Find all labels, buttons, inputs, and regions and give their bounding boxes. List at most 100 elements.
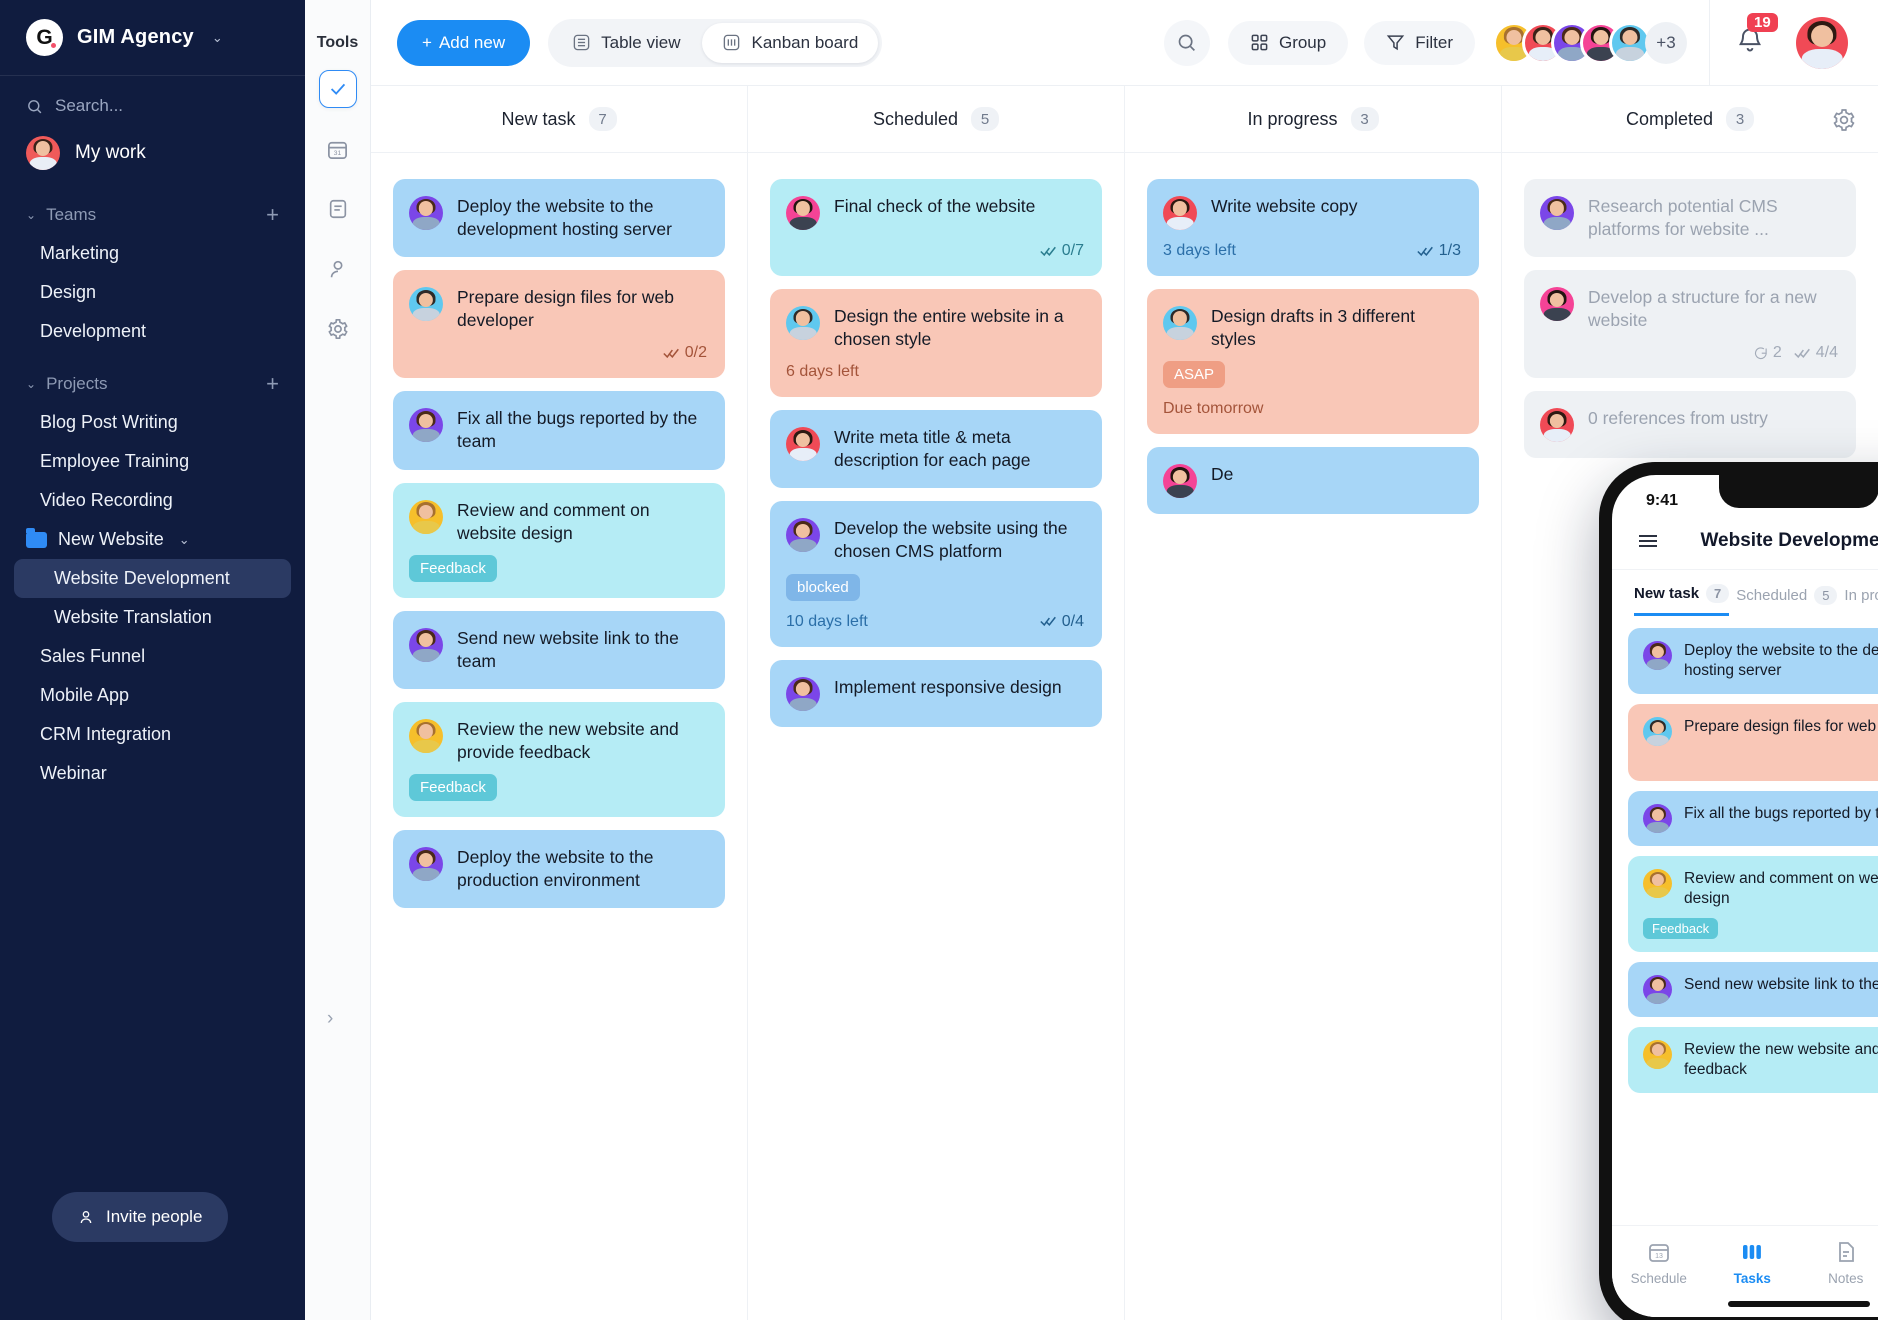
- sidebar-item-sales-funnel[interactable]: Sales Funnel: [14, 637, 291, 676]
- sidebar-item-video-recording[interactable]: Video Recording: [14, 481, 291, 520]
- chevron-down-icon[interactable]: ⌄: [212, 30, 223, 46]
- sidebar-item-marketing[interactable]: Marketing: [14, 234, 291, 273]
- search-icon: [28, 99, 42, 113]
- rail-item-tasks[interactable]: [318, 70, 357, 108]
- rail-item-calendar[interactable]: 31: [319, 130, 357, 168]
- sidebar-item-crm-integration[interactable]: CRM Integration: [14, 715, 291, 754]
- task-card[interactable]: Deploy the website to the production env…: [393, 830, 725, 909]
- card-due-label: Due tomorrow: [1163, 400, 1264, 418]
- task-card[interactable]: Send new website link to the team: [393, 610, 725, 689]
- tab-kanban-board[interactable]: Kanban board: [702, 22, 879, 63]
- rail-item-contacts[interactable]: [319, 250, 357, 288]
- add-project-button[interactable]: +: [266, 373, 279, 395]
- phone-task-card[interactable]: Review and comment on website design Feed…: [1628, 856, 1878, 952]
- chevron-down-icon[interactable]: ⌄: [179, 532, 190, 548]
- task-card[interactable]: Develop the website using the chosen CMS…: [770, 501, 1102, 647]
- sidebar-item-mobile-app[interactable]: Mobile App: [14, 676, 291, 715]
- task-card[interactable]: Prepare design files for web developer 0…: [393, 270, 725, 379]
- sidebar-item-blog-post-writing[interactable]: Blog Post Writing: [14, 403, 291, 442]
- task-card[interactable]: De: [1147, 447, 1479, 515]
- member-overflow-count[interactable]: +3: [1645, 21, 1687, 64]
- avatar: [1540, 196, 1574, 230]
- sidebar-item-design[interactable]: Design: [14, 273, 291, 312]
- task-card[interactable]: Final check of the website 0/7: [770, 179, 1102, 276]
- phone-tab[interactable]: Scheduled 5: [1736, 585, 1838, 615]
- task-card[interactable]: Develop a structure for a new website 24…: [1524, 270, 1856, 379]
- sidebar-my-work-label: My work: [75, 142, 146, 163]
- task-card[interactable]: Implement responsive design: [770, 659, 1102, 727]
- sidebar-item-webinar[interactable]: Webinar: [14, 754, 291, 793]
- card-checklist-count: 1/3: [1417, 242, 1461, 260]
- phone-task-card[interactable]: Deploy the website to the development ho…: [1628, 628, 1878, 695]
- card-tag[interactable]: blocked: [786, 573, 860, 601]
- member-avatars[interactable]: +3: [1493, 21, 1687, 64]
- board-settings-icon[interactable]: [1832, 108, 1856, 137]
- task-card[interactable]: Fix all the bugs reported by the team: [393, 391, 725, 470]
- comment-icon: [1754, 347, 1767, 359]
- filter-button[interactable]: Filter: [1364, 20, 1475, 65]
- task-title: Deploy the website to the development ho…: [457, 196, 672, 240]
- card-tag[interactable]: Feedback: [409, 774, 497, 802]
- tools-title: Tools: [316, 34, 359, 51]
- phone-task-card[interactable]: Review the new website and provide feedb…: [1628, 1026, 1878, 1093]
- task-title: Final check of the website: [834, 196, 1036, 216]
- task-card[interactable]: Design drafts in 3 different styles ASAP…: [1147, 289, 1479, 435]
- sidebar-item-employee-training[interactable]: Employee Training: [14, 442, 291, 481]
- sidebar-section-teams[interactable]: ⌄ Teams +: [0, 182, 305, 234]
- sidebar-item-development[interactable]: Development: [14, 312, 291, 351]
- invite-people-button[interactable]: Invite people: [52, 1192, 229, 1242]
- sidebar-section-projects[interactable]: ⌄ Projects +: [0, 351, 305, 403]
- phone-nav-notes[interactable]: Notes: [1799, 1240, 1878, 1286]
- sidebar-search[interactable]: Search...: [0, 76, 305, 124]
- phone-tab[interactable]: In progress3: [1844, 586, 1878, 615]
- sidebar-item-website-translation[interactable]: Website Translation: [14, 598, 291, 637]
- grid-icon: [1251, 34, 1268, 51]
- rail-item-settings[interactable]: [319, 310, 357, 348]
- phone-task-card[interactable]: Fix all the bugs reported by the team: [1628, 791, 1878, 847]
- task-card[interactable]: Research potential CMS platforms for web…: [1524, 179, 1856, 258]
- rail-item-notes[interactable]: [319, 190, 357, 228]
- sidebar-item-my-work[interactable]: My work: [0, 124, 305, 182]
- app-root: G GIM Agency ⌄ Search... My work ⌄ Teams…: [0, 0, 1878, 1320]
- task-card[interactable]: Design the entire website in a chosen st…: [770, 289, 1102, 398]
- phone-nav-schedule[interactable]: 13 Schedule: [1612, 1240, 1706, 1286]
- add-team-button[interactable]: +: [266, 204, 279, 226]
- card-tag[interactable]: Feedback: [409, 554, 497, 582]
- filter-icon: [1387, 35, 1405, 51]
- task-card[interactable]: Review and comment on website design Fee…: [393, 482, 725, 598]
- phone-task-card[interactable]: Send new website link to the team: [1628, 961, 1878, 1017]
- search-icon: [1179, 34, 1196, 51]
- phone-nav-tasks[interactable]: Tasks: [1706, 1240, 1800, 1286]
- chevron-down-icon: ⌄: [26, 377, 37, 391]
- task-card[interactable]: 0 references from ustry: [1524, 391, 1856, 459]
- tab-table-view[interactable]: Table view: [552, 23, 700, 63]
- phone-card-tag[interactable]: Feedback: [1643, 917, 1719, 939]
- task-card[interactable]: Write meta title & meta description for …: [770, 410, 1102, 489]
- phone-task-card[interactable]: Prepare design files for web developer 0/…: [1628, 704, 1878, 782]
- task-card[interactable]: Deploy the website to the development ho…: [393, 179, 725, 258]
- card-checklist-count: 0/4: [1040, 613, 1084, 631]
- phone-tab-count: 7: [1706, 584, 1730, 603]
- rail-expand-button[interactable]: ›: [327, 1008, 333, 1030]
- column-header: New task 7: [371, 86, 747, 153]
- phone-header: Website Development: [1612, 521, 1878, 570]
- add-new-button[interactable]: + Add new: [397, 19, 531, 66]
- task-card[interactable]: Review the new website and provide feedb…: [393, 701, 725, 818]
- avatar: [786, 427, 820, 462]
- avatar: [409, 627, 443, 662]
- phone-tab-label: Scheduled: [1736, 586, 1808, 604]
- hamburger-icon[interactable]: [1636, 529, 1660, 553]
- notifications-button[interactable]: 19: [1736, 13, 1778, 59]
- view-switcher: Table view Kanban board: [548, 18, 883, 67]
- phone-tab[interactable]: New task 7: [1634, 584, 1730, 616]
- phone-title: Website Development: [1700, 530, 1878, 551]
- search-button[interactable]: [1163, 19, 1210, 66]
- user-avatar[interactable]: [1796, 16, 1848, 69]
- task-card[interactable]: Write website copy 3 days left 1/3: [1147, 179, 1479, 276]
- avatar: [786, 518, 820, 553]
- card-tag[interactable]: ASAP: [1163, 361, 1226, 389]
- workspace-switcher[interactable]: G GIM Agency ⌄: [0, 0, 305, 76]
- sidebar-item-website-development[interactable]: Website Development: [14, 559, 291, 598]
- sidebar-folder-new-website[interactable]: New Website ⌄: [0, 520, 305, 559]
- group-button[interactable]: Group: [1227, 20, 1349, 65]
